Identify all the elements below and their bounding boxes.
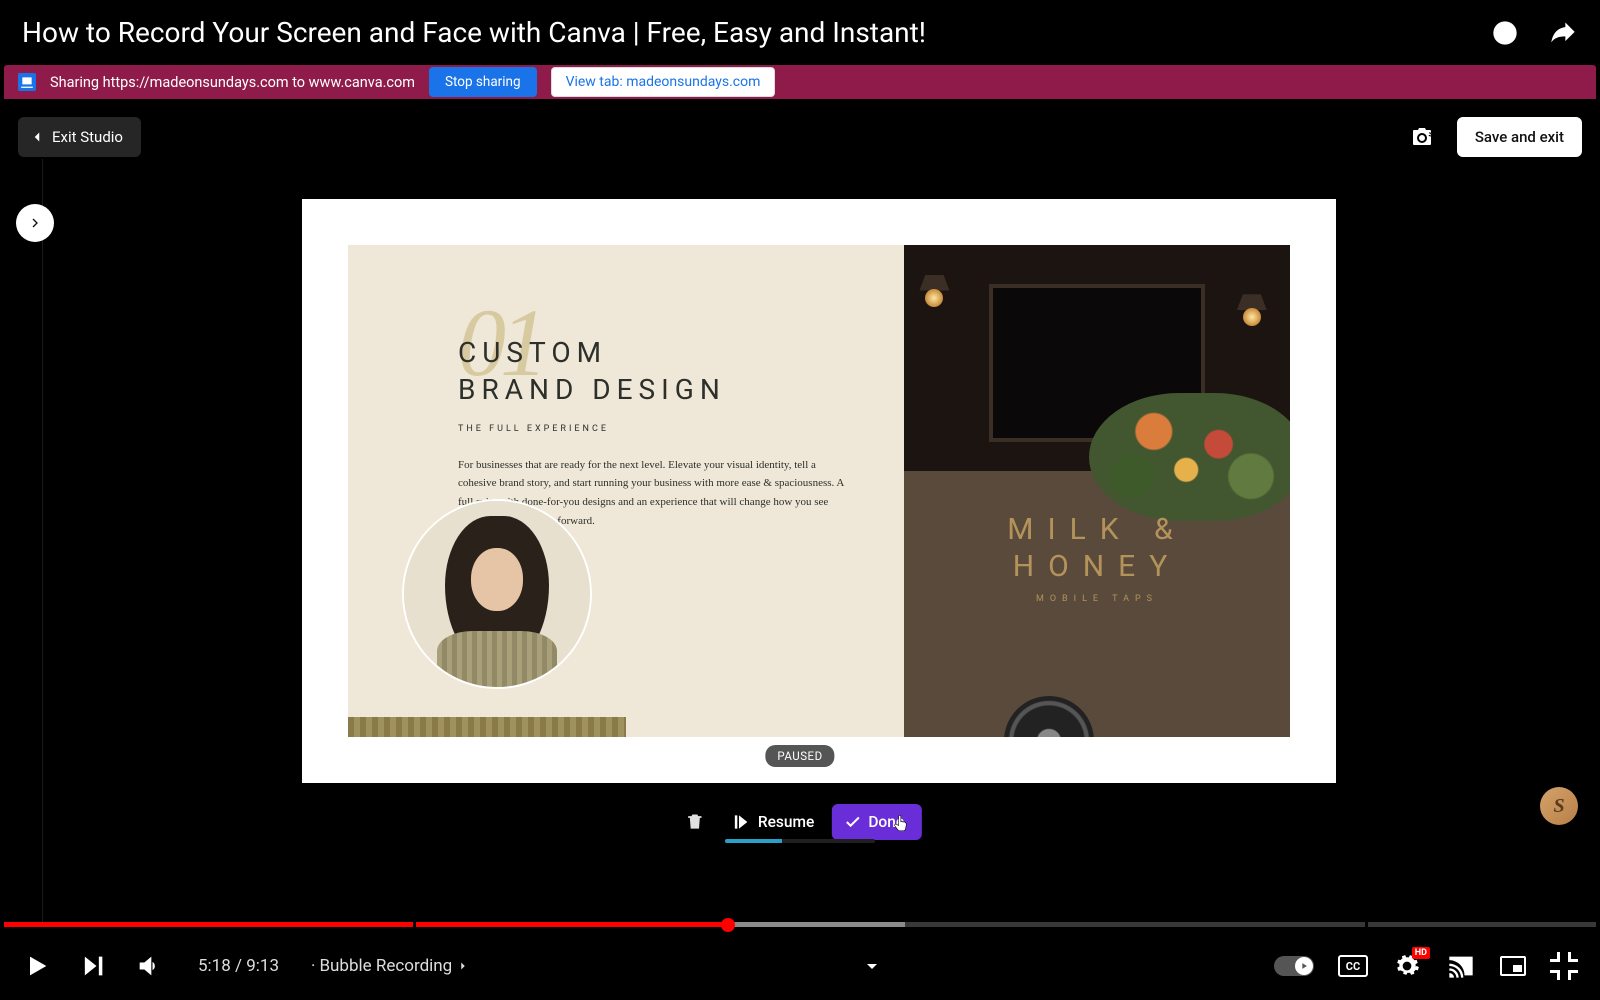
watch-later-icon[interactable] [1490,18,1520,48]
channel-avatar[interactable]: S [1540,787,1578,825]
resume-label: Resume [758,813,814,831]
exit-studio-button[interactable]: Exit Studio [18,117,141,157]
stop-sharing-button[interactable]: Stop sharing [429,67,537,97]
chapter-marker [1365,922,1368,927]
progress-scrubber[interactable] [721,918,735,932]
time-display: 5:18 / 9:13 [198,956,279,976]
cast-button[interactable] [1446,951,1476,981]
controls-right: CC HD [1274,951,1578,981]
brand-sub: MOBILE TAPS [1007,594,1186,605]
check-icon [844,813,862,831]
miniplayer-button[interactable] [1500,956,1526,976]
settings-button[interactable]: HD [1392,951,1422,981]
cursor-pointer-icon [892,815,910,833]
slide-heading: CUSTOM BRAND DESIGN [458,335,844,410]
image-lamp [1237,294,1267,328]
controls-left: 5:18 / 9:13 · Bubble Recording [22,951,470,981]
slide-heading-line1: CUSTOM [458,336,607,369]
chapter-name: Bubble Recording [319,956,452,976]
video-content: Sharing https://madeonsundays.com to www… [4,65,1596,927]
delete-recording-button[interactable] [678,805,712,839]
chevron-right-icon [27,215,43,231]
slide-heading-line2: BRAND DESIGN [458,373,726,406]
play-button[interactable] [22,951,52,981]
divider-line [42,159,43,927]
webcam-bubble[interactable] [402,499,592,689]
title-actions [1490,18,1578,48]
slide-right-image: MILK & HONEY MOBILE TAPS [904,245,1290,737]
video-area: Sharing https://madeonsundays.com to www… [4,65,1596,927]
share-icon[interactable] [1548,18,1578,48]
resume-recording-button[interactable]: Resume [730,812,814,832]
chevron-left-icon [28,128,46,146]
chapter-sep: · [311,956,315,976]
canva-studio: Exit Studio Save and exit 01 [4,99,1596,927]
studio-top-right: Save and exit [1405,117,1582,157]
youtube-control-bar: 5:18 / 9:13 · Bubble Recording CC HD [0,932,1600,1000]
expand-panel-button[interactable] [16,204,54,242]
studio-top-bar: Exit Studio Save and exit [18,117,1582,157]
collapse-chapters-icon[interactable] [860,954,884,978]
recording-canvas: 01 CUSTOM BRAND DESIGN THE FULL EXPERIEN… [302,199,1336,783]
recording-progress [725,839,875,843]
time-total: 9:13 [246,956,279,976]
image-lamp [919,275,949,309]
camera-settings-icon[interactable] [1405,120,1439,154]
chapter-marker [413,922,416,927]
controls-center [470,954,1274,978]
play-icon [730,812,750,832]
autoplay-toggle[interactable] [1274,956,1314,976]
done-recording-button[interactable]: Done [832,804,922,840]
image-flowers [1089,393,1290,521]
trash-icon [685,812,705,832]
screen-share-banner: Sharing https://madeonsundays.com to www… [4,65,1596,99]
video-title: How to Record Your Screen and Face with … [22,16,1490,49]
brand-logo-text: MILK & HONEY MOBILE TAPS [1007,511,1186,605]
youtube-progress-bar[interactable] [4,922,1596,927]
exit-studio-label: Exit Studio [52,128,123,146]
share-status-text: Sharing https://madeonsundays.com to www… [50,74,415,91]
progress-played [4,922,728,927]
youtube-title-bar: How to Record Your Screen and Face with … [0,0,1600,65]
slide-subheading: THE FULL EXPERIENCE [458,424,844,434]
recording-progress-fill [725,839,782,843]
screen-share-icon [18,73,36,91]
next-button[interactable] [78,951,108,981]
brand-line1: MILK & [1007,511,1186,549]
hd-badge: HD [1412,947,1430,959]
image-wheel [1004,696,1094,737]
save-and-exit-button[interactable]: Save and exit [1457,117,1582,157]
brand-line2: HONEY [1007,548,1186,586]
chevron-right-icon [456,959,470,973]
captions-button[interactable]: CC [1338,955,1368,977]
volume-button[interactable] [134,951,164,981]
slide-decorative-strip [348,717,626,737]
time-current: 5:18 [198,956,231,976]
view-tab-button[interactable]: View tab: madeonsundays.com [551,67,776,97]
paused-badge: PAUSED [765,745,834,767]
chapter-button[interactable]: · Bubble Recording [311,956,470,976]
autoplay-knob [1295,957,1313,975]
exit-fullscreen-button[interactable] [1550,952,1578,980]
